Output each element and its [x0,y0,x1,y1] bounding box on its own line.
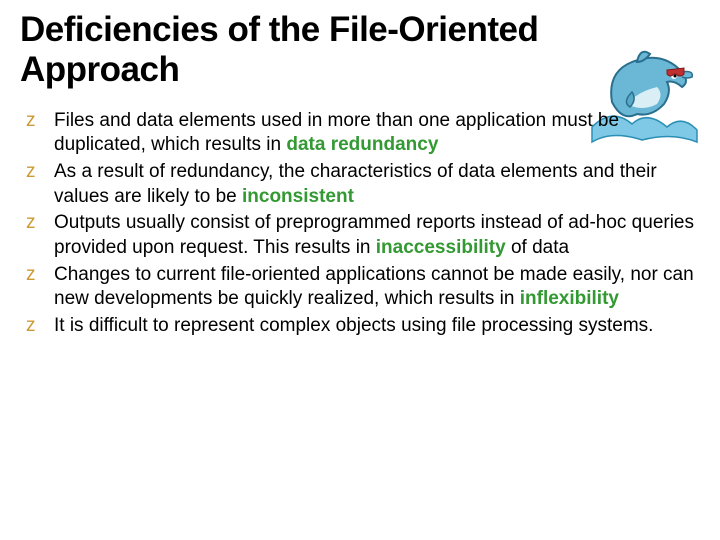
bullet-text-highlight: data redundancy [286,134,438,155]
bullet-text-post: of data [506,237,569,258]
bullet-text-pre: It is difficult to represent complex obj… [54,315,653,336]
slide-container: Deficiencies of the File-Oriented Approa… [0,0,720,361]
list-item: Changes to current file-oriented applica… [20,263,700,312]
bullet-list: Files and data elements used in more tha… [20,109,700,339]
bullet-text-highlight: inaccessibility [376,237,506,258]
list-item: Files and data elements used in more tha… [20,109,700,158]
bullet-text-highlight: inconsistent [242,186,354,207]
list-item: As a result of redundancy, the character… [20,160,700,209]
list-item: Outputs usually consist of preprogrammed… [20,211,700,260]
bullet-text-highlight: inflexibility [520,288,619,309]
bullet-text-pre: Outputs usually consist of preprogrammed… [54,212,694,258]
bullet-text-pre: As a result of redundancy, the character… [54,161,657,207]
list-item: It is difficult to represent complex obj… [20,314,700,339]
